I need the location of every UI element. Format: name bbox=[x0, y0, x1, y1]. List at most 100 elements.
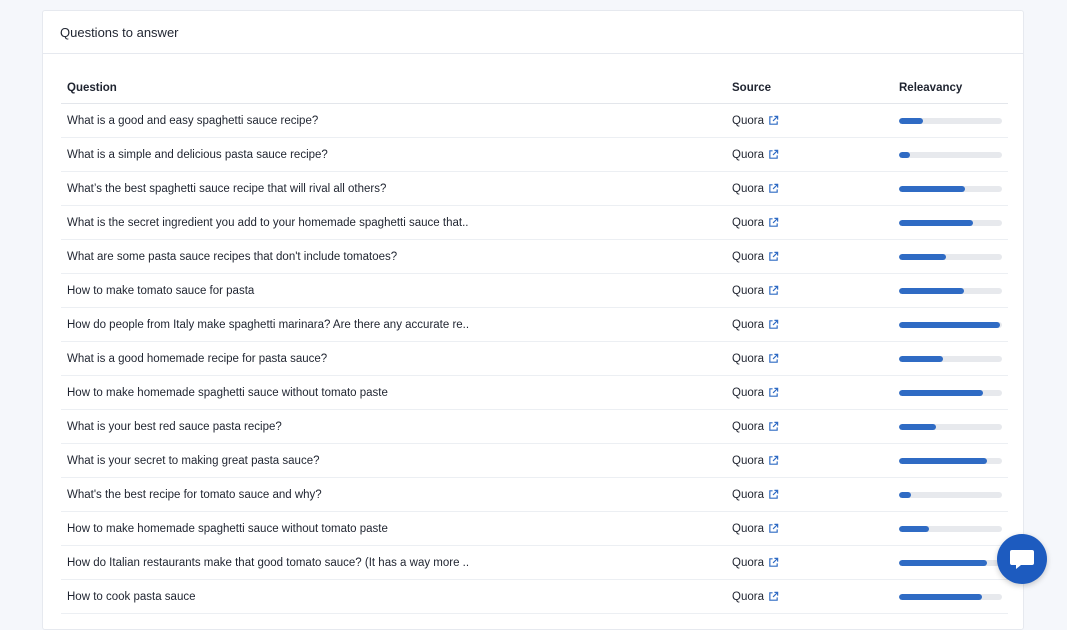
source-link[interactable]: Quora bbox=[732, 251, 764, 263]
relevancy-bar bbox=[899, 491, 1002, 498]
relevancy-bar-fill bbox=[899, 219, 974, 226]
relevancy-bar-fill bbox=[899, 321, 1000, 328]
question-text: How do people from Italy make spaghetti … bbox=[67, 318, 470, 331]
table-row: What is a simple and delicious pasta sau… bbox=[61, 138, 1008, 172]
header-relevancy: Releavancy bbox=[899, 82, 963, 94]
source-link[interactable]: Quora bbox=[732, 557, 764, 569]
source-cell: Quora bbox=[726, 421, 893, 433]
relevancy-bar bbox=[899, 423, 1002, 430]
table-row: How to make homemade spaghetti sauce wit… bbox=[61, 376, 1008, 410]
external-link-icon[interactable] bbox=[768, 455, 779, 466]
relevancy-bar bbox=[899, 321, 1002, 328]
question-text: How do Italian restaurants make that goo… bbox=[67, 556, 470, 569]
table-row: How to make homemade spaghetti sauce wit… bbox=[61, 512, 1008, 546]
relevancy-cell bbox=[893, 389, 1008, 396]
external-link-icon[interactable] bbox=[768, 591, 779, 602]
source-link[interactable]: Quora bbox=[732, 353, 764, 365]
chat-icon bbox=[1010, 550, 1034, 569]
relevancy-bar bbox=[899, 253, 1002, 260]
relevancy-cell bbox=[893, 457, 1008, 464]
relevancy-bar bbox=[899, 219, 1002, 226]
questions-card: Questions to answer Question Source Rele… bbox=[42, 10, 1024, 630]
source-cell: Quora bbox=[726, 115, 893, 127]
relevancy-bar bbox=[899, 559, 1002, 566]
relevancy-cell bbox=[893, 491, 1008, 498]
external-link-icon[interactable] bbox=[768, 251, 779, 262]
card-title: Questions to answer bbox=[60, 24, 179, 40]
question-text: How to make tomato sauce for pasta bbox=[67, 284, 255, 297]
source-link[interactable]: Quora bbox=[732, 387, 764, 399]
table-row: What is a good homemade recipe for pasta… bbox=[61, 342, 1008, 376]
relevancy-bar-fill bbox=[899, 287, 964, 294]
card-header: Questions to answer bbox=[43, 11, 1023, 54]
source-link[interactable]: Quora bbox=[732, 285, 764, 297]
external-link-icon[interactable] bbox=[768, 149, 779, 160]
relevancy-bar bbox=[899, 355, 1002, 362]
table-row: How to cook pasta sauce Quora bbox=[61, 580, 1008, 614]
relevancy-bar bbox=[899, 185, 1002, 192]
external-link-icon[interactable] bbox=[768, 387, 779, 398]
source-cell: Quora bbox=[726, 353, 893, 365]
source-link[interactable]: Quora bbox=[732, 319, 764, 331]
questions-table: Question Source Releavancy What is a goo… bbox=[61, 73, 1008, 614]
external-link-icon[interactable] bbox=[768, 183, 779, 194]
table-row: What is the secret ingredient you add to… bbox=[61, 206, 1008, 240]
table-row: What are some pasta sauce recipes that d… bbox=[61, 240, 1008, 274]
source-link[interactable]: Quora bbox=[732, 455, 764, 467]
source-cell: Quora bbox=[726, 285, 893, 297]
external-link-icon[interactable] bbox=[768, 523, 779, 534]
relevancy-cell bbox=[893, 151, 1008, 158]
relevancy-bar-fill bbox=[899, 151, 911, 158]
source-link[interactable]: Quora bbox=[732, 591, 764, 603]
source-link[interactable]: Quora bbox=[732, 183, 764, 195]
question-text: What are some pasta sauce recipes that d… bbox=[67, 250, 398, 263]
question-text: How to cook pasta sauce bbox=[67, 590, 196, 603]
table-header-row: Question Source Releavancy bbox=[61, 73, 1008, 104]
question-text: What is the secret ingredient you add to… bbox=[67, 216, 469, 229]
source-cell: Quora bbox=[726, 557, 893, 569]
relevancy-bar-fill bbox=[899, 253, 947, 260]
source-cell: Quora bbox=[726, 149, 893, 161]
question-text: How to make homemade spaghetti sauce wit… bbox=[67, 522, 388, 535]
relevancy-cell bbox=[893, 219, 1008, 226]
relevancy-bar-fill bbox=[899, 389, 984, 396]
source-link[interactable]: Quora bbox=[732, 489, 764, 501]
relevancy-bar-fill bbox=[899, 457, 987, 464]
relevancy-cell bbox=[893, 185, 1008, 192]
relevancy-bar-fill bbox=[899, 593, 983, 600]
chat-button[interactable] bbox=[997, 534, 1047, 584]
source-cell: Quora bbox=[726, 455, 893, 467]
external-link-icon[interactable] bbox=[768, 489, 779, 500]
table-row: How do Italian restaurants make that goo… bbox=[61, 546, 1008, 580]
source-link[interactable]: Quora bbox=[732, 115, 764, 127]
table-row: What is your best red sauce pasta recipe… bbox=[61, 410, 1008, 444]
header-question: Question bbox=[67, 82, 117, 94]
relevancy-cell bbox=[893, 355, 1008, 362]
relevancy-cell bbox=[893, 321, 1008, 328]
question-text: How to make homemade spaghetti sauce wit… bbox=[67, 386, 388, 399]
external-link-icon[interactable] bbox=[768, 353, 779, 364]
relevancy-cell bbox=[893, 559, 1008, 566]
source-link[interactable]: Quora bbox=[732, 421, 764, 433]
external-link-icon[interactable] bbox=[768, 217, 779, 228]
source-cell: Quora bbox=[726, 489, 893, 501]
source-cell: Quora bbox=[726, 591, 893, 603]
relevancy-bar bbox=[899, 457, 1002, 464]
relevancy-cell bbox=[893, 593, 1008, 600]
external-link-icon[interactable] bbox=[768, 319, 779, 330]
external-link-icon[interactable] bbox=[768, 557, 779, 568]
question-text: What is a simple and delicious pasta sau… bbox=[67, 148, 328, 161]
relevancy-bar-fill bbox=[899, 185, 965, 192]
source-link[interactable]: Quora bbox=[732, 217, 764, 229]
question-text: What’s the best spaghetti sauce recipe t… bbox=[67, 182, 387, 195]
source-link[interactable]: Quora bbox=[732, 523, 764, 535]
external-link-icon[interactable] bbox=[768, 285, 779, 296]
source-link[interactable]: Quora bbox=[732, 149, 764, 161]
external-link-icon[interactable] bbox=[768, 115, 779, 126]
source-cell: Quora bbox=[726, 183, 893, 195]
question-text: What is a good homemade recipe for pasta… bbox=[67, 352, 328, 365]
relevancy-bar bbox=[899, 151, 1002, 158]
external-link-icon[interactable] bbox=[768, 421, 779, 432]
relevancy-bar-fill bbox=[899, 491, 912, 498]
table-row: What's the best recipe for tomato sauce … bbox=[61, 478, 1008, 512]
